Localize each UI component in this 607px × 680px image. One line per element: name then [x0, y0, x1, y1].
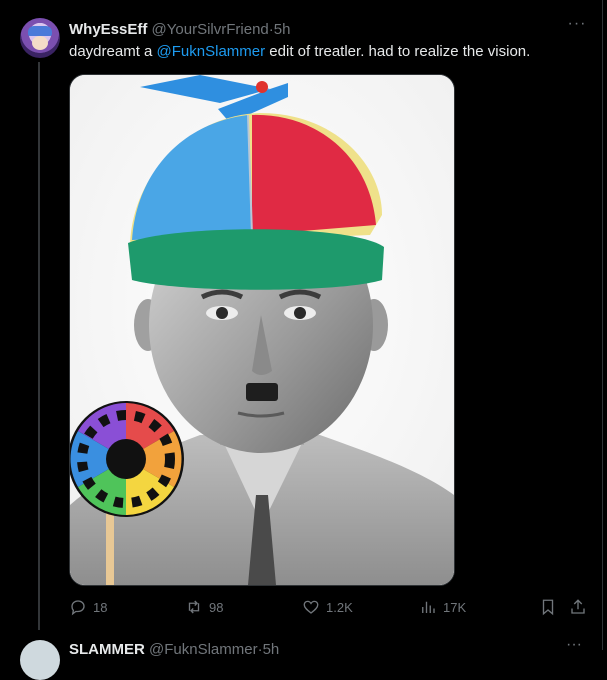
tweet-image[interactable]	[69, 74, 455, 586]
thread-connector-line	[38, 62, 40, 630]
repost-icon	[188, 600, 200, 614]
next-avatar[interactable]	[20, 640, 60, 680]
timestamp[interactable]: 5h	[274, 21, 291, 38]
bookmark-icon	[542, 599, 554, 616]
like-button[interactable]: 1.2K	[302, 596, 353, 618]
like-count: 1.2K	[326, 599, 353, 615]
avatar-face	[32, 36, 48, 50]
share-button[interactable]	[569, 596, 593, 618]
views-button[interactable]: 17K	[419, 596, 466, 618]
tweet-text-prefix: daydreamt a	[69, 43, 157, 60]
reply-icon	[71, 600, 85, 616]
reply-button[interactable]: 18	[69, 596, 107, 618]
next-more-options-icon[interactable]: ···	[566, 636, 582, 654]
share-icon	[571, 599, 585, 614]
tweet-header: WhyEssEff @YourSilvrFriend·5h	[69, 20, 290, 40]
views-chart-icon	[422, 601, 435, 613]
avatar[interactable]	[20, 18, 60, 58]
bookmark-button[interactable]	[539, 596, 563, 618]
view-count: 17K	[443, 599, 467, 615]
tweet-text: daydreamt a @FuknSlammer edit of treatle…	[69, 42, 530, 62]
mention-link[interactable]: @FuknSlammer	[157, 43, 266, 60]
tweet-text-suffix: edit of treatler. had to realize the vis…	[265, 43, 531, 60]
next-tweet[interactable]: SLAMMER @FuknSlammer·5h ···	[0, 636, 607, 680]
repost-count: 98	[209, 599, 224, 615]
heart-icon	[303, 600, 319, 614]
more-options-icon[interactable]: ···	[566, 16, 588, 38]
reply-count: 18	[93, 599, 108, 615]
tweet-actions: 18 98 1.2K 17K	[69, 596, 589, 618]
display-name[interactable]: WhyEssEff	[69, 21, 147, 38]
next-tweet-header: SLAMMER @FuknSlammer·5h	[69, 640, 279, 660]
edited-photo	[70, 75, 454, 585]
user-handle[interactable]: @YourSilvrFriend	[152, 21, 269, 38]
avatar-helmet	[28, 26, 52, 36]
repost-button[interactable]: 98	[185, 596, 223, 618]
